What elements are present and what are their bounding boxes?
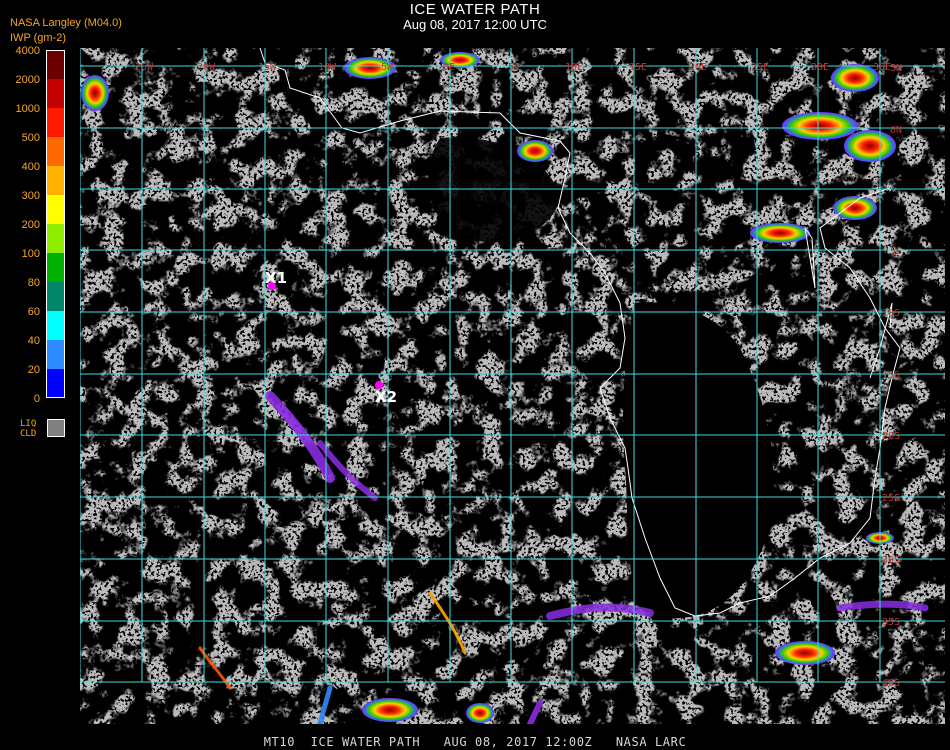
map-title: ICE WATER PATH	[409, 1, 541, 18]
liquid-cloud-swatch	[47, 419, 65, 437]
legend-swatch	[47, 224, 65, 253]
legend-label: 100	[21, 248, 40, 260]
satellite-map: 25W 20W 15W 10W 5W 0E 5E 10E 15E 20E 25E…	[80, 48, 945, 724]
map-timestamp: Aug 08, 2017 12:00 UTC	[403, 17, 547, 32]
color-legend: 4000 2000 1000 500 400 300 200 100 80 60…	[0, 46, 70, 440]
storm-cell	[81, 75, 109, 111]
legend-label: 60	[27, 306, 40, 318]
longitude-label: 20E	[689, 62, 707, 73]
longitude-label: 20W	[197, 62, 216, 73]
latitude-label: 5N	[890, 63, 902, 74]
legend-label: 40	[27, 335, 40, 347]
legend-label: 500	[21, 132, 40, 144]
site-marker-x1-label: X1	[265, 269, 287, 287]
storm-cell	[844, 130, 896, 162]
legend-swatch	[47, 369, 65, 398]
product-footer: MT10 ICE WATER PATH AUG 08, 2017 12:00Z …	[263, 735, 687, 749]
legend-label: 2000	[15, 74, 40, 86]
longitude-label: 30E	[811, 62, 829, 73]
legend-swatch	[47, 137, 65, 166]
legend-swatch	[47, 108, 65, 137]
legend-swatch	[47, 79, 65, 108]
legend-swatch	[47, 282, 65, 311]
longitude-label: 25W	[135, 62, 154, 73]
legend-label: 20	[27, 364, 40, 376]
liquid-cloud-label-2: CLD	[20, 429, 37, 439]
liquid-cloud-label-1: LIQ	[20, 419, 37, 429]
legend-swatch	[47, 195, 65, 224]
latitude-label: 10S	[882, 308, 900, 319]
legend-label: 1000	[15, 103, 40, 115]
site-marker-x2-label: X2	[375, 388, 397, 406]
latitude-label: 25S	[882, 493, 900, 504]
storm-cell	[775, 641, 835, 665]
longitude-label: 15W	[258, 62, 277, 73]
longitude-label: 35E	[873, 62, 891, 73]
units-label: IWP (gm-2)	[10, 32, 67, 44]
legend-label: 200	[21, 219, 40, 231]
data-source-label: NASA Langley (M04.0)	[10, 17, 122, 29]
legend-swatch	[47, 311, 65, 340]
storm-cell	[833, 196, 877, 220]
legend-swatch	[47, 340, 65, 369]
storm-cell	[831, 64, 879, 92]
longitude-label: 5W	[381, 62, 394, 73]
latitude-label: 5S	[890, 246, 902, 257]
longitude-label: 10E	[565, 62, 583, 73]
legend-label: 0	[33, 393, 40, 405]
latitude-label: 30S	[882, 555, 900, 566]
legend-swatch	[47, 166, 65, 195]
legend-label: 400	[21, 161, 40, 173]
storm-cell	[517, 140, 553, 162]
legend-label: 80	[27, 277, 40, 289]
storm-cell	[466, 703, 494, 723]
thin-ice-streak	[836, 600, 929, 612]
legend-swatch	[47, 253, 65, 282]
storm-cell	[362, 698, 418, 722]
legend-label: 4000	[15, 45, 40, 57]
longitude-label: 10W	[318, 62, 337, 73]
longitude-label: 15E	[629, 62, 647, 73]
latitude-label: 20S	[882, 431, 900, 442]
latitude-label: 35S	[882, 617, 900, 628]
longitude-label: 5E	[508, 62, 520, 73]
storm-cell	[750, 223, 810, 243]
legend-label: 300	[21, 190, 40, 202]
storm-cell	[782, 112, 858, 140]
latitude-label: 15S	[882, 370, 900, 381]
longitude-label: 0E	[443, 62, 455, 73]
longitude-label: 25E	[751, 62, 769, 73]
latitude-label: 0N	[890, 125, 902, 136]
legend-swatch	[47, 50, 65, 79]
latitude-label: 40S	[882, 678, 900, 689]
